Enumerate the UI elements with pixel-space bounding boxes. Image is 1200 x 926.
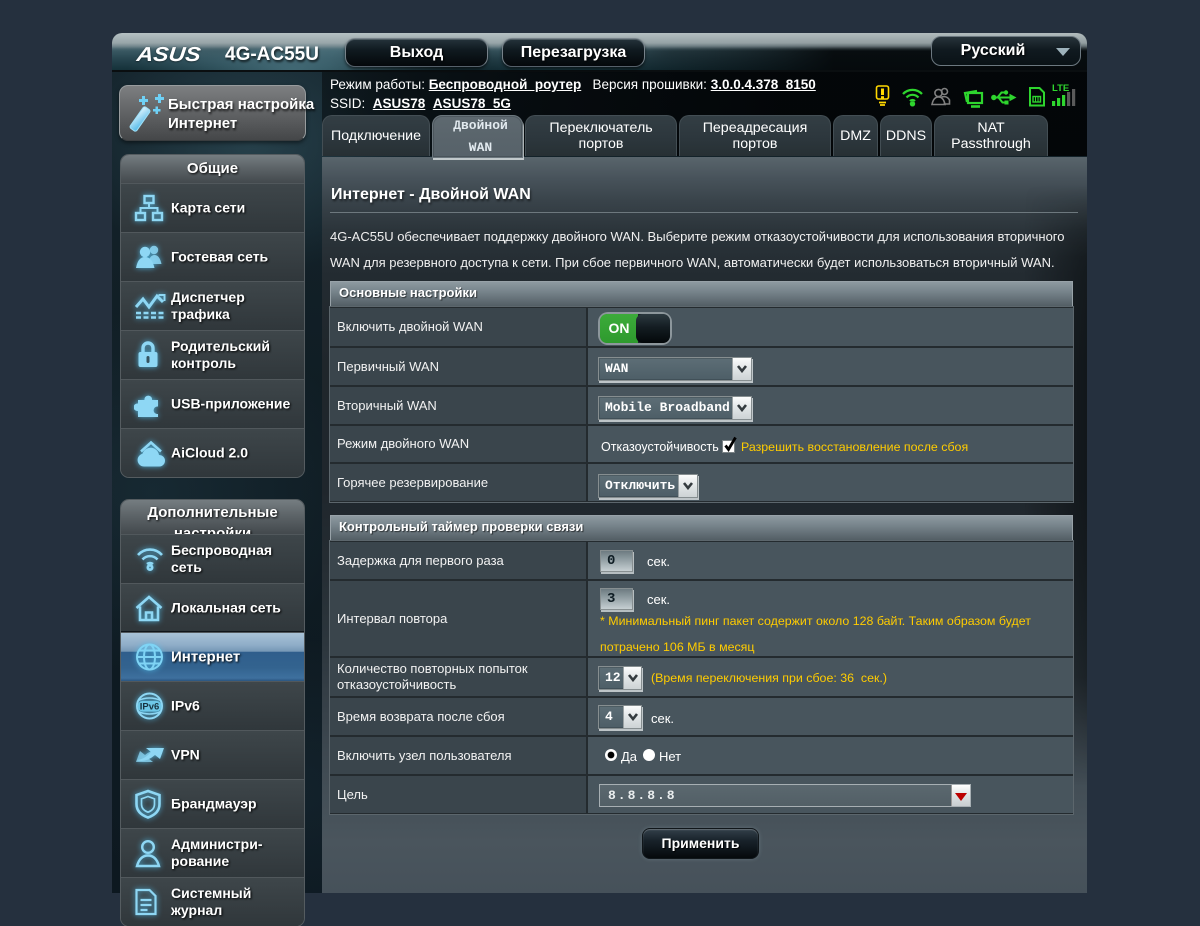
svg-text:IPv6: IPv6 [140,702,160,713]
svg-text:LTE: LTE [1052,83,1069,94]
